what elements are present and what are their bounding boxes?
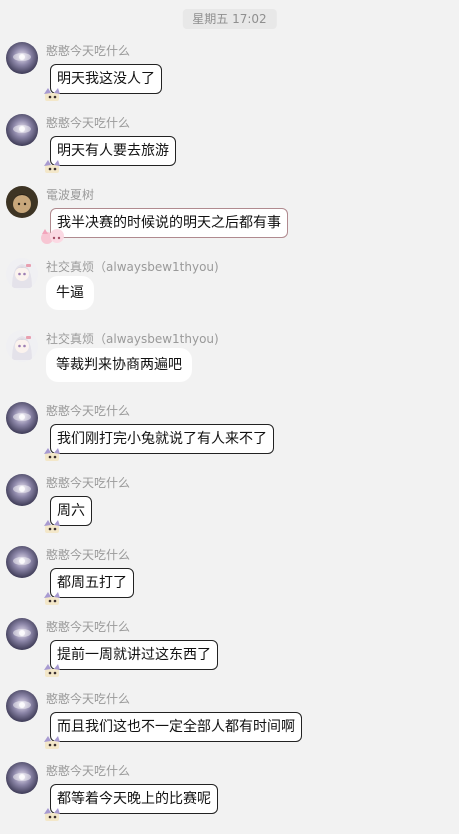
sender-name: 電波夏树	[46, 188, 95, 202]
message-bubble[interactable]: 我们刚打完小兔就说了有人来不了	[50, 424, 274, 454]
message-row: 社交真烦（alwaysbew1thyou) 牛逼	[0, 258, 459, 330]
message-bubble[interactable]: 都等着今天晚上的比赛呢	[50, 784, 218, 814]
galaxy-avatar-icon[interactable]	[6, 618, 38, 650]
bubble-sticker-icon	[42, 158, 68, 174]
bubble-sticker-icon	[42, 590, 68, 606]
bubble-sticker-icon	[38, 226, 68, 246]
bubble-sticker-icon	[42, 86, 68, 102]
sender-name: 憨憨今天吃什么	[46, 476, 131, 490]
sender-name: 社交真烦（alwaysbew1thyou)	[46, 260, 219, 274]
anime-avatar-icon[interactable]	[6, 186, 38, 218]
chat-window: 星期五 17:02 憨憨今天吃什么 明天我这没人了 憨憨今天吃什么 明天有人要去…	[0, 0, 459, 826]
message-bubble[interactable]: 等裁判来协商两遍吧	[46, 348, 192, 382]
sender-name: 社交真烦（alwaysbew1thyou)	[46, 332, 219, 346]
message-row: 憨憨今天吃什么 明天我这没人了	[0, 42, 459, 114]
galaxy-avatar-icon[interactable]	[6, 762, 38, 794]
message-row: 憨憨今天吃什么 而且我们这也不一定全部人都有时间啊	[0, 690, 459, 762]
message-bubble[interactable]: 提前一周就讲过这东西了	[50, 640, 218, 670]
sender-name: 憨憨今天吃什么	[46, 404, 131, 418]
galaxy-avatar-icon[interactable]	[6, 402, 38, 434]
bubble-sticker-icon	[42, 446, 68, 462]
timestamp-divider: 星期五 17:02	[182, 9, 277, 29]
message-row: 憨憨今天吃什么 我们刚打完小兔就说了有人来不了	[0, 402, 459, 474]
sender-name: 憨憨今天吃什么	[46, 620, 131, 634]
message-bubble[interactable]: 牛逼	[46, 276, 94, 310]
bubble-sticker-icon	[42, 734, 68, 750]
sender-name: 憨憨今天吃什么	[46, 692, 131, 706]
sender-name: 憨憨今天吃什么	[46, 116, 131, 130]
bubble-sticker-icon	[42, 662, 68, 678]
message-row: 憨憨今天吃什么 明天有人要去旅游	[0, 114, 459, 186]
message-row: 社交真烦（alwaysbew1thyou) 等裁判来协商两遍吧	[0, 330, 459, 402]
message-row: 憨憨今天吃什么 周六	[0, 474, 459, 546]
message-row: 電波夏树 我半决赛的时候说的明天之后都有事	[0, 186, 459, 258]
message-row: 憨憨今天吃什么 都等着今天晚上的比赛呢	[0, 762, 459, 834]
galaxy-avatar-icon[interactable]	[6, 546, 38, 578]
sender-name: 憨憨今天吃什么	[46, 764, 131, 778]
message-bubble[interactable]: 我半决赛的时候说的明天之后都有事	[50, 208, 288, 238]
sender-name: 憨憨今天吃什么	[46, 44, 131, 58]
message-bubble[interactable]: 而且我们这也不一定全部人都有时间啊	[50, 712, 302, 742]
galaxy-avatar-icon[interactable]	[6, 42, 38, 74]
bubble-sticker-icon	[42, 518, 68, 534]
galaxy-avatar-icon[interactable]	[6, 690, 38, 722]
sender-name: 憨憨今天吃什么	[46, 548, 131, 562]
message-bubble[interactable]: 明天有人要去旅游	[50, 136, 176, 166]
bubble-sticker-icon	[42, 806, 68, 822]
white-hair-avatar-icon[interactable]	[6, 330, 38, 362]
message-row: 憨憨今天吃什么 提前一周就讲过这东西了	[0, 618, 459, 690]
galaxy-avatar-icon[interactable]	[6, 114, 38, 146]
message-row: 憨憨今天吃什么 都周五打了	[0, 546, 459, 618]
galaxy-avatar-icon[interactable]	[6, 474, 38, 506]
white-hair-avatar-icon[interactable]	[6, 258, 38, 290]
